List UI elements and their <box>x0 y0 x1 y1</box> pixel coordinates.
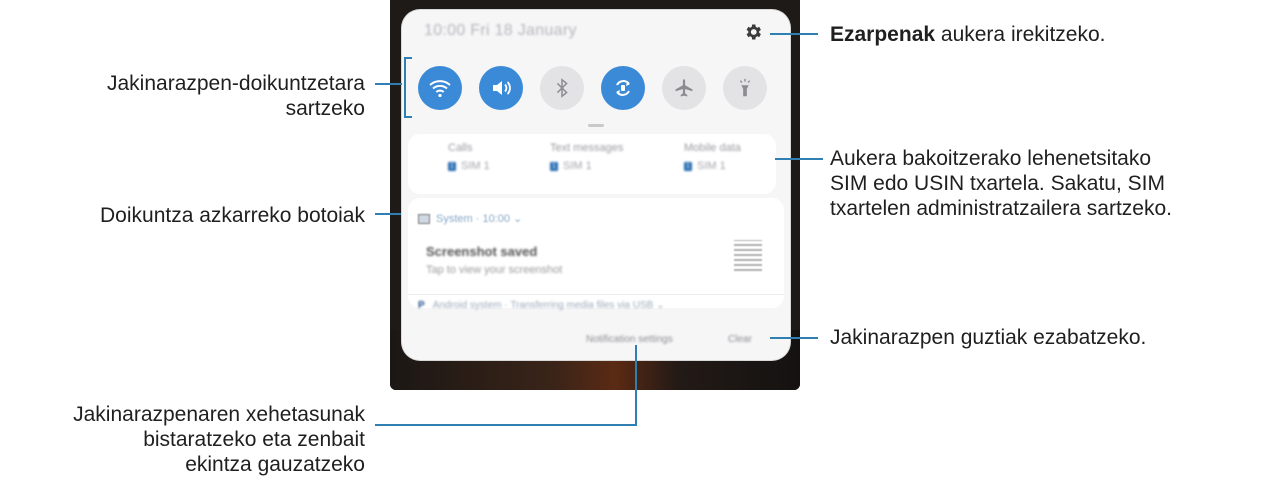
callout-details: Jakinarazpenaren xehetasunak bistaratzek… <box>73 403 365 476</box>
gear-icon[interactable] <box>742 22 764 44</box>
notification-app-name: System · 10:00 <box>436 213 510 225</box>
callout-notif-settings: Jakinarazpen-doikuntzetara sartzeko <box>107 72 365 120</box>
callout-bracket-quick-top <box>404 57 412 59</box>
notification-title: Screenshot saved <box>426 244 538 259</box>
screenshot-thumbnail[interactable] <box>734 240 762 274</box>
volume-icon[interactable] <box>479 66 523 110</box>
notification-settings-button[interactable]: Notification settings <box>586 334 673 345</box>
panel-handle[interactable] <box>588 124 604 127</box>
callout-line-details-v <box>635 345 637 426</box>
system-notification[interactable]: P Android system · Transferring media fil… <box>418 300 768 311</box>
callout-line-details-h <box>375 424 637 426</box>
callout-settings: Ezarpenak aukera irekitzeko. <box>830 23 1106 46</box>
callout-bracket-quick-bottom <box>404 116 412 118</box>
flashlight-icon[interactable] <box>723 66 767 110</box>
callout-quick-buttons: Doikuntza azkarreko botoiak <box>100 204 365 227</box>
callout-line-quick <box>375 213 401 215</box>
wifi-icon[interactable] <box>418 66 462 110</box>
status-date-time: 10:00 Fri 18 January <box>424 22 577 39</box>
sim-card-icon: 1 <box>684 161 692 171</box>
notification-card[interactable]: System · 10:00 ⌄ Screenshot saved Tap to… <box>408 198 784 308</box>
image-icon <box>418 214 430 225</box>
bluetooth-icon[interactable] <box>540 66 584 110</box>
notification-panel: 10:00 Fri 18 January Calls 1 SIM 1 Text … <box>402 10 790 360</box>
rotate-icon[interactable] <box>601 66 645 110</box>
quick-settings-row <box>410 62 778 122</box>
sim-pref-messages[interactable]: Text messages 1 SIM 1 <box>550 142 660 172</box>
callout-sim: Aukera bakoitzerako lehenetsitako SIM ed… <box>830 147 1172 220</box>
sim-preferences-card[interactable]: Calls 1 SIM 1 Text messages 1 SIM 1 Mobile… <box>408 134 776 194</box>
android-system-icon: P <box>418 300 425 311</box>
callout-clear-all: Jakinarazpen guztiak ezabatzeko. <box>830 326 1147 349</box>
callout-line-sim <box>775 158 823 160</box>
clear-button[interactable]: Clear <box>728 334 752 345</box>
sim-card-icon: 1 <box>448 161 456 171</box>
callout-line-clear <box>770 337 818 339</box>
callout-line-notif-settings <box>375 83 402 85</box>
panel-footer: Notification settings Clear <box>402 324 790 360</box>
airplane-icon[interactable] <box>662 66 706 110</box>
sim-pref-calls[interactable]: Calls 1 SIM 1 <box>448 142 558 172</box>
notification-body: Tap to view your screenshot <box>426 264 563 276</box>
status-bar: 10:00 Fri 18 January <box>402 10 790 56</box>
callout-line-settings <box>770 33 818 35</box>
divider <box>408 294 784 295</box>
callout-bracket-quick <box>404 57 406 118</box>
sim-pref-data[interactable]: Mobile data 1 SIM 1 <box>684 142 790 172</box>
sim-card-icon: 1 <box>550 161 558 171</box>
phone-screenshot: 10:00 Fri 18 January Calls 1 SIM 1 Text … <box>390 0 800 390</box>
